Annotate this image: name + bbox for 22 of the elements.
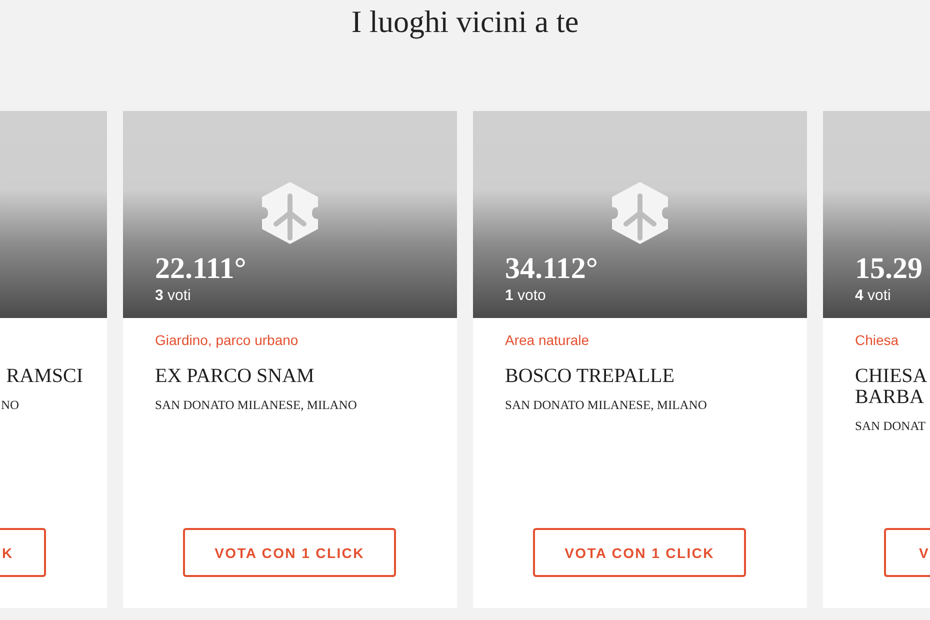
category-label: Giardino, parco urbano xyxy=(155,332,300,350)
vote-count: 3 voti xyxy=(155,287,192,304)
place-name: CHIESA BARBA xyxy=(855,366,928,408)
score: 15.29 xyxy=(855,253,924,285)
vote-count: 1 voto xyxy=(505,287,547,304)
category-label: Area naturale xyxy=(505,332,590,350)
place-name: BOSCO TREPALLE xyxy=(505,366,676,387)
place-location: SAN DONATO MILANESE, MILANO xyxy=(505,398,708,413)
vote-button[interactable]: VOTA CON 1 CLICK xyxy=(533,528,746,577)
place-name: RAMSCI xyxy=(6,366,83,387)
score: 22.111° xyxy=(155,253,248,285)
score: 34.112° xyxy=(505,253,599,285)
place-location: SAN DONATO MILANESE, MILANO xyxy=(155,398,358,413)
vote-button[interactable]: V xyxy=(884,528,930,577)
category-label: Chiesa xyxy=(855,332,900,350)
place-location: SAN DONAT xyxy=(855,419,926,434)
vote-button[interactable]: VOTA CON 1 CLICK xyxy=(183,528,396,577)
vote-count: 4 voti xyxy=(855,287,892,304)
place-name: EX PARCO SNAM xyxy=(155,366,316,387)
vote-button[interactable]: K xyxy=(0,528,46,577)
place-location: NO xyxy=(0,398,19,413)
page-title: I luoghi vicini a te xyxy=(350,3,580,41)
